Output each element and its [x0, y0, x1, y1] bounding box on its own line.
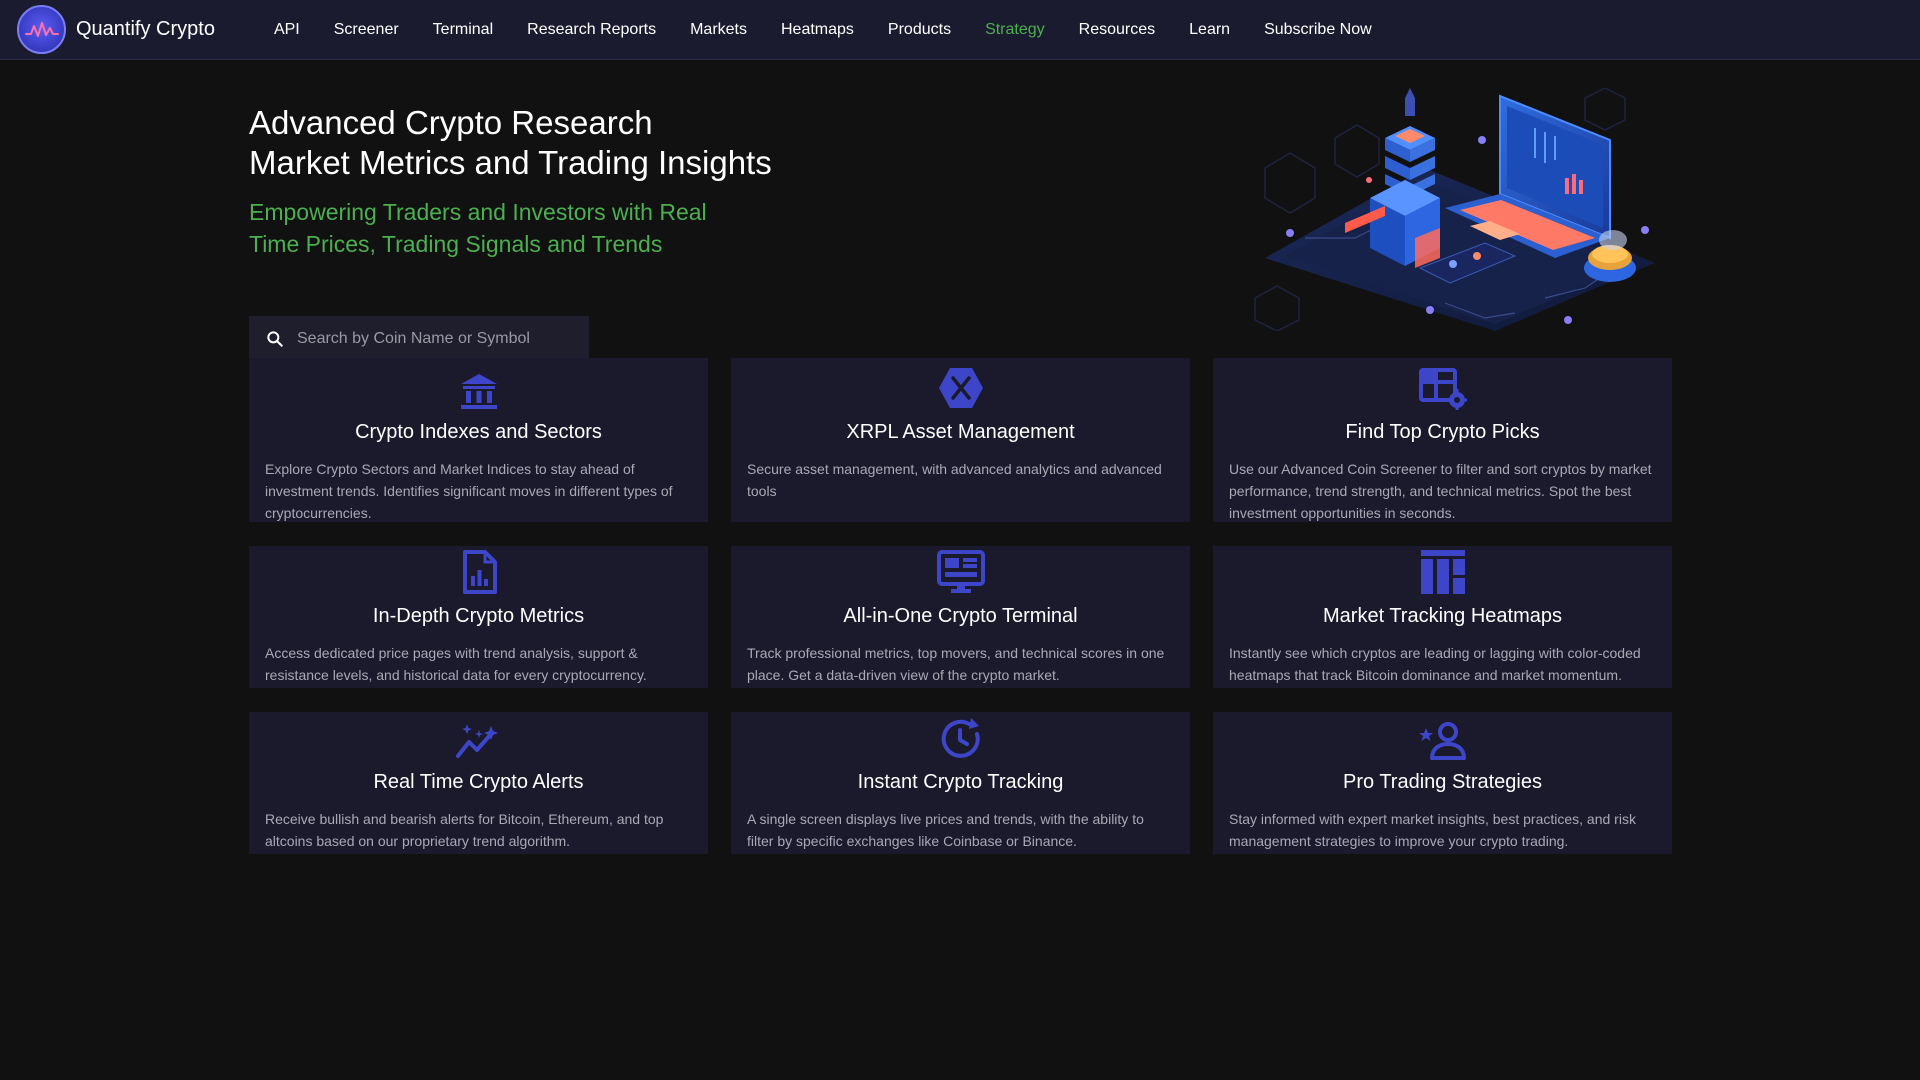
card-title: In-Depth Crypto Metrics — [372, 605, 585, 627]
card-description: Access dedicated price pages with trend … — [265, 645, 647, 683]
nav-item-terminal[interactable]: Terminal — [433, 21, 493, 39]
card-title: All-in-One Crypto Terminal — [843, 605, 1078, 627]
monitor-dashboard-icon — [936, 550, 985, 593]
card-title: XRPL Asset Management — [846, 421, 1075, 443]
card-description: Stay informed with expert market insight… — [1229, 811, 1636, 849]
card-all-in-one-crypto-terminal[interactable]: All-in-One Crypto Terminal Track profess… — [731, 546, 1190, 688]
card-description: A single screen displays live prices and… — [747, 811, 1144, 849]
brand-name[interactable]: Quantify Crypto — [76, 18, 215, 41]
card-title: Market Tracking Heatmaps — [1323, 605, 1562, 627]
nav-item-resources[interactable]: Resources — [1079, 21, 1155, 39]
card-xrpl-asset-management[interactable]: XRPL Asset Management Secure asset manag… — [731, 358, 1190, 522]
clock-refresh-icon — [941, 718, 980, 758]
logo-waveform-icon[interactable] — [17, 5, 66, 54]
main-menu: API Screener Terminal Research Reports M… — [274, 21, 1406, 39]
nav-item-learn[interactable]: Learn — [1189, 21, 1230, 39]
hero-title: Advanced Crypto Research Market Metrics … — [249, 103, 1009, 183]
table-gear-icon — [1418, 368, 1467, 410]
nav-item-strategy[interactable]: Strategy — [985, 21, 1045, 39]
card-description: Use our Advanced Coin Screener to filter… — [1229, 461, 1652, 521]
card-description: Secure asset management, with advanced a… — [747, 461, 1162, 499]
card-description: Track professional metrics, top movers, … — [747, 645, 1165, 683]
nav-item-markets[interactable]: Markets — [690, 21, 747, 39]
search-input[interactable] — [297, 330, 577, 348]
top-navbar: Quantify Crypto API Screener Terminal Re… — [0, 0, 1920, 60]
nav-item-screener[interactable]: Screener — [334, 21, 399, 39]
nav-item-heatmaps[interactable]: Heatmaps — [781, 21, 854, 39]
coin-search-box[interactable] — [249, 316, 589, 362]
report-chart-icon — [462, 550, 497, 594]
card-instant-crypto-tracking[interactable]: Instant Crypto Tracking A single screen … — [731, 712, 1190, 854]
card-title: Pro Trading Strategies — [1343, 771, 1542, 793]
brand[interactable]: Quantify Crypto — [17, 5, 215, 54]
card-description: Receive bullish and bearish alerts for B… — [265, 811, 664, 849]
card-title: Instant Crypto Tracking — [857, 771, 1064, 793]
nav-item-products[interactable]: Products — [888, 21, 951, 39]
card-pro-trading-strategies[interactable]: Pro Trading Strategies Stay informed wit… — [1213, 712, 1672, 854]
heatmap-columns-icon — [1420, 550, 1465, 594]
card-real-time-crypto-alerts[interactable]: Real Time Crypto Alerts Receive bullish … — [249, 712, 708, 854]
card-title: Real Time Crypto Alerts — [373, 771, 584, 793]
card-title: Crypto Indexes and Sectors — [355, 421, 602, 443]
hero-title-line-2: Market Metrics and Trading Insights — [249, 144, 772, 181]
card-description: Instantly see which cryptos are leading … — [1229, 645, 1641, 683]
card-market-tracking-heatmaps[interactable]: Market Tracking Heatmaps Instantly see w… — [1213, 546, 1672, 688]
hero-subtitle: Empowering Traders and Investors with Re… — [249, 199, 707, 257]
bank-icon — [460, 374, 497, 409]
card-in-depth-crypto-metrics[interactable]: In-Depth Crypto Metrics Access dedicated… — [249, 546, 708, 688]
search-icon — [267, 331, 283, 347]
nav-item-research-reports[interactable]: Research Reports — [527, 21, 656, 39]
hero-title-line-1: Advanced Crypto Research — [249, 104, 653, 141]
nav-item-subscribe-now[interactable]: Subscribe Now — [1264, 21, 1372, 39]
isometric-crypto-laptop-illustration — [1254, 88, 1655, 331]
person-star-icon — [1418, 722, 1466, 760]
card-find-top-crypto-picks[interactable]: Find Top Crypto Picks Use our Advanced C… — [1213, 358, 1672, 522]
xrpl-hexagon-icon — [938, 368, 983, 408]
sparkle-trend-icon — [455, 724, 498, 758]
nav-item-api[interactable]: API — [274, 21, 300, 39]
card-crypto-indexes-and-sectors[interactable]: Crypto Indexes and Sectors Explore Crypt… — [249, 358, 708, 522]
card-title: Find Top Crypto Picks — [1345, 421, 1540, 443]
card-description: Explore Crypto Sectors and Market Indice… — [265, 461, 673, 521]
